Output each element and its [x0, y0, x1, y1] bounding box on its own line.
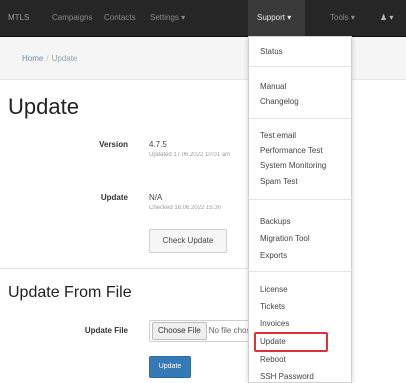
nav-contacts[interactable]: Contacts: [104, 0, 140, 36]
update-submit-button[interactable]: Update: [149, 356, 191, 378]
file-status-text: No file chosen: [208, 326, 250, 335]
menu-item-system-monitoring[interactable]: System Monitoring: [260, 161, 326, 170]
update-file-label: Update File: [84, 326, 128, 335]
check-update-button[interactable]: Check Update: [149, 229, 227, 253]
nav-settings[interactable]: Settings ▾: [150, 0, 210, 36]
menu-item-spam-test[interactable]: Spam Test: [260, 177, 298, 186]
menu-item-invoices[interactable]: Invoices: [260, 319, 289, 328]
menu-item-ssh-password[interactable]: SSH Password: [260, 372, 314, 381]
version-label: Version: [99, 140, 128, 149]
breadcrumb-separator: /: [46, 54, 49, 63]
section-divider: [0, 268, 248, 269]
menu-divider: [249, 271, 351, 272]
highlight-box: [254, 332, 328, 352]
menu-item-performance-test[interactable]: Performance Test: [260, 146, 323, 155]
nav-campaigns[interactable]: Campaigns: [52, 0, 94, 36]
support-dropdown-menu: Status Manual Changelog Test email Perfo…: [248, 36, 352, 383]
menu-divider: [249, 118, 351, 119]
menu-item-status[interactable]: Status: [260, 47, 283, 56]
nav-support-menu[interactable]: Support ▾: [248, 0, 305, 36]
page-title: Update: [8, 94, 79, 119]
menu-divider: [249, 199, 351, 200]
menu-divider: [249, 66, 351, 67]
user-account-icon[interactable]: ♟ ▾: [380, 0, 404, 36]
brand-logo[interactable]: MTLS: [8, 0, 44, 36]
update-value: N/A: [149, 193, 163, 202]
update-label: Update: [100, 193, 128, 202]
menu-item-reboot[interactable]: Reboot: [260, 355, 286, 364]
menu-item-changelog[interactable]: Changelog: [260, 97, 299, 106]
nav-tools-menu[interactable]: Tools ▾: [330, 0, 368, 36]
top-navbar: MTLS Campaigns Contacts Settings ▾ Suppo…: [0, 0, 406, 37]
breadcrumb-current: Update: [51, 54, 78, 63]
menu-item-test-email[interactable]: Test email: [260, 131, 296, 140]
version-updated-text: Updated 17.06.2022 10:01 am: [149, 152, 231, 158]
update-file-input[interactable]: Choose FileNo file chosen: [149, 320, 251, 342]
menu-item-backups[interactable]: Backups: [260, 217, 291, 226]
breadcrumb-home-link[interactable]: Home: [22, 54, 43, 63]
choose-file-button[interactable]: Choose File: [152, 322, 207, 340]
menu-item-exports[interactable]: Exports: [260, 251, 287, 260]
menu-item-tickets[interactable]: Tickets: [260, 302, 285, 311]
version-value: 4.7.5: [149, 140, 167, 149]
section-title-update-from-file: Update From File: [8, 284, 132, 301]
menu-item-migration-tool[interactable]: Migration Tool: [260, 234, 310, 243]
menu-item-manual[interactable]: Manual: [260, 82, 286, 91]
menu-item-license[interactable]: License: [260, 285, 288, 294]
update-checked-text: Checked 16.06.2022 15:30: [149, 205, 222, 211]
